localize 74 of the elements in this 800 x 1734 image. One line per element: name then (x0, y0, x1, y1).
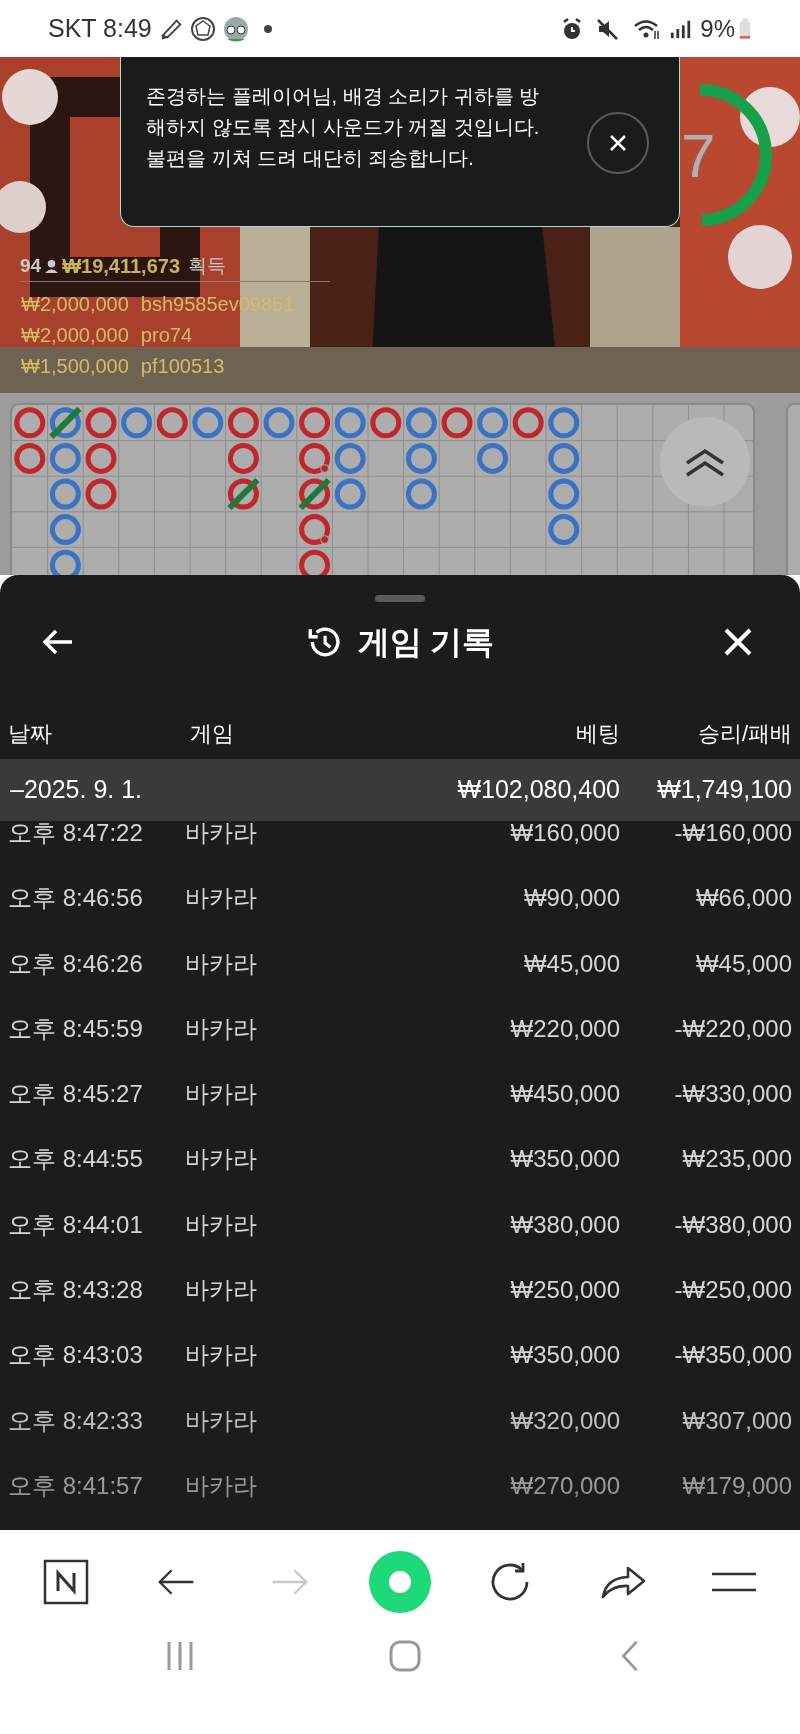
recent-apps-button[interactable] (166, 1640, 194, 1672)
table-cell-text: 바카라 (185, 1082, 258, 1107)
table-cell-text: ₩90,000 (522, 886, 620, 911)
table-cell-text: 오후 8:43:28 (7, 1278, 144, 1303)
table-cell-text: ₩450,000 (509, 1082, 620, 1107)
table-cell-text: ₩220,000 (509, 1016, 620, 1041)
table-cell-text: 바카라 (185, 951, 258, 976)
close-icon (608, 133, 628, 153)
table-cell-text: 오후 8:45:59 (7, 1016, 144, 1041)
badge-icon (189, 15, 216, 42)
bet-amount: ₩1,500,000 (21, 354, 129, 378)
table-cell-text: 오후 8:43:03 (7, 1343, 144, 1368)
table-cell-text: ₩45,000 (522, 951, 620, 976)
table-cell-text: 오후 8:47:22 (7, 821, 144, 845)
table-cell-text: 바카라 (185, 1016, 258, 1041)
table-cell-text: 오후 8:45:27 (7, 1082, 144, 1107)
sheet-title: 게임 기록 (357, 623, 495, 662)
table-cell-text: 바카라 (185, 1212, 258, 1237)
table-cell-text: ₩235,000 (681, 1147, 793, 1172)
table-cell-text: 오후 8:41:57 (7, 1473, 144, 1498)
table-cell-text: 바카라 (185, 1408, 258, 1433)
table-cell-text: ₩380,000 (509, 1212, 620, 1237)
player-name: pro74 (140, 323, 192, 347)
bet-amount: ₩2,000,000 (21, 323, 129, 347)
battery-percentage: 9% (700, 13, 735, 44)
player-name: pf100513 (140, 354, 225, 378)
table-cell-text: -₩220,000 (673, 1016, 793, 1041)
timer-count: 7 (681, 125, 716, 187)
table-cell-text: ₩350,000 (509, 1343, 620, 1368)
column-header: 베팅 (575, 719, 620, 748)
table-cell-text: -₩250,000 (673, 1278, 793, 1303)
group-bet-total: ₩102,080,400 (456, 774, 620, 806)
table-cell-text: 바카라 (185, 1278, 258, 1303)
group-result-total: ₩1,749,100 (656, 774, 793, 806)
column-header: 날짜 (7, 719, 53, 748)
table-cell-text: 오후 8:44:55 (7, 1147, 144, 1172)
status-time: SKT 8:49 (48, 12, 152, 44)
table-cell-text: 오후 8:46:26 (7, 951, 144, 976)
close-icon (723, 627, 753, 657)
drag-handle[interactable] (375, 595, 425, 602)
close-button[interactable] (587, 112, 649, 174)
column-header: 게임 (190, 719, 235, 748)
table-cell-text: 바카라 (185, 821, 258, 845)
table-cell-text: ₩250,000 (509, 1278, 620, 1303)
column-header: 승리/패배 (696, 719, 793, 748)
table-cell-text: ₩179,000 (681, 1473, 793, 1498)
group-date: –2025. 9. 1. (9, 774, 144, 806)
total-won-amount: ₩19,411,673 (62, 254, 180, 279)
table-cell-text: -₩380,000 (673, 1212, 793, 1237)
bet-amount: ₩2,000,000 (21, 292, 129, 316)
home-button[interactable] (42, 1559, 89, 1605)
person-icon (45, 259, 59, 273)
table-cell-text: 오후 8:46:56 (7, 886, 144, 911)
table-cell-text: -₩330,000 (673, 1082, 793, 1107)
table-cell-text: ₩45,000 (694, 951, 793, 976)
table-cell-text: -₩350,000 (673, 1343, 793, 1368)
table-cell-text: ₩160,000 (509, 821, 620, 845)
battery-icon (738, 16, 752, 41)
table-cell-text: 바카라 (185, 1343, 258, 1368)
table-cell-text: ₩320,000 (509, 1408, 620, 1433)
table-cell-text: 바카라 (185, 886, 258, 911)
table-cell-text: ₩307,000 (681, 1408, 793, 1433)
table-cell-text: 오후 8:42:33 (7, 1408, 144, 1433)
notice-message: 존경하는 플레이어님, 배경 소리가 귀하를 방해하지 않도록 잠시 사운드가 꺼질 것입니다. 불편을 끼쳐 드려 대단히 죄송합니다. (146, 84, 541, 171)
table-cell-text: 오후 8:44:01 (7, 1212, 144, 1237)
pencil-icon (159, 16, 184, 41)
table-cell-text: ₩270,000 (509, 1473, 620, 1498)
table-cell-text: ₩350,000 (509, 1147, 620, 1172)
table-cell-text: -₩160,000 (673, 821, 793, 845)
table-cell-text: ₩66,000 (694, 886, 793, 911)
date-group-row[interactable]: –2025. 9. 1. ₩102,080,400 ₩1,749,100 (0, 759, 800, 821)
app-notification-icon (221, 14, 250, 43)
table-cell-text: 바카라 (185, 1147, 258, 1172)
table-cell-text: 바카라 (185, 1473, 258, 1498)
